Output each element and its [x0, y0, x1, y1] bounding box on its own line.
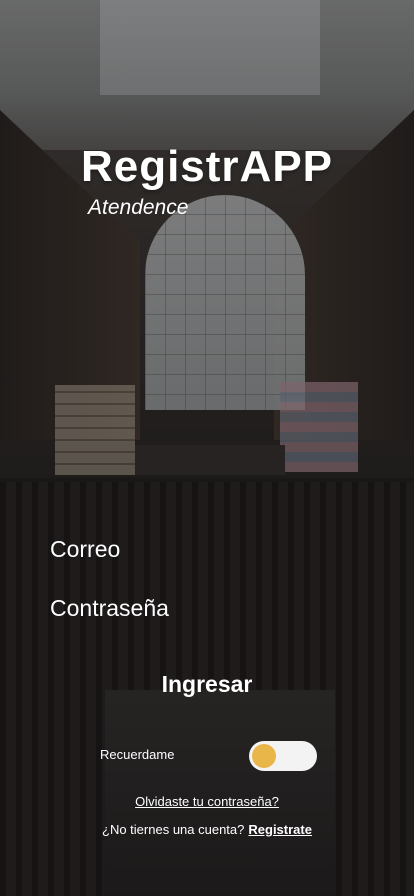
- remember-toggle[interactable]: [249, 741, 317, 771]
- register-link[interactable]: Registrate: [248, 822, 312, 837]
- signup-row: ¿No tiernes una cuenta? Registrate: [0, 822, 414, 837]
- password-field[interactable]: Contraseña: [50, 595, 169, 622]
- library-background-image: [0, 0, 414, 896]
- email-field[interactable]: Correo: [50, 536, 120, 563]
- no-account-prompt: ¿No tiernes una cuenta?: [102, 822, 245, 837]
- app-subtitle: Atendence: [88, 196, 189, 219]
- login-button[interactable]: Ingresar: [0, 670, 414, 699]
- forgot-password-link[interactable]: Olvidaste tu contraseña?: [0, 794, 414, 809]
- toggle-knob: [252, 744, 276, 768]
- app-title: RegistrAPP: [80, 142, 334, 191]
- dark-overlay: [0, 0, 414, 896]
- remember-label: Recuerdame: [100, 747, 175, 762]
